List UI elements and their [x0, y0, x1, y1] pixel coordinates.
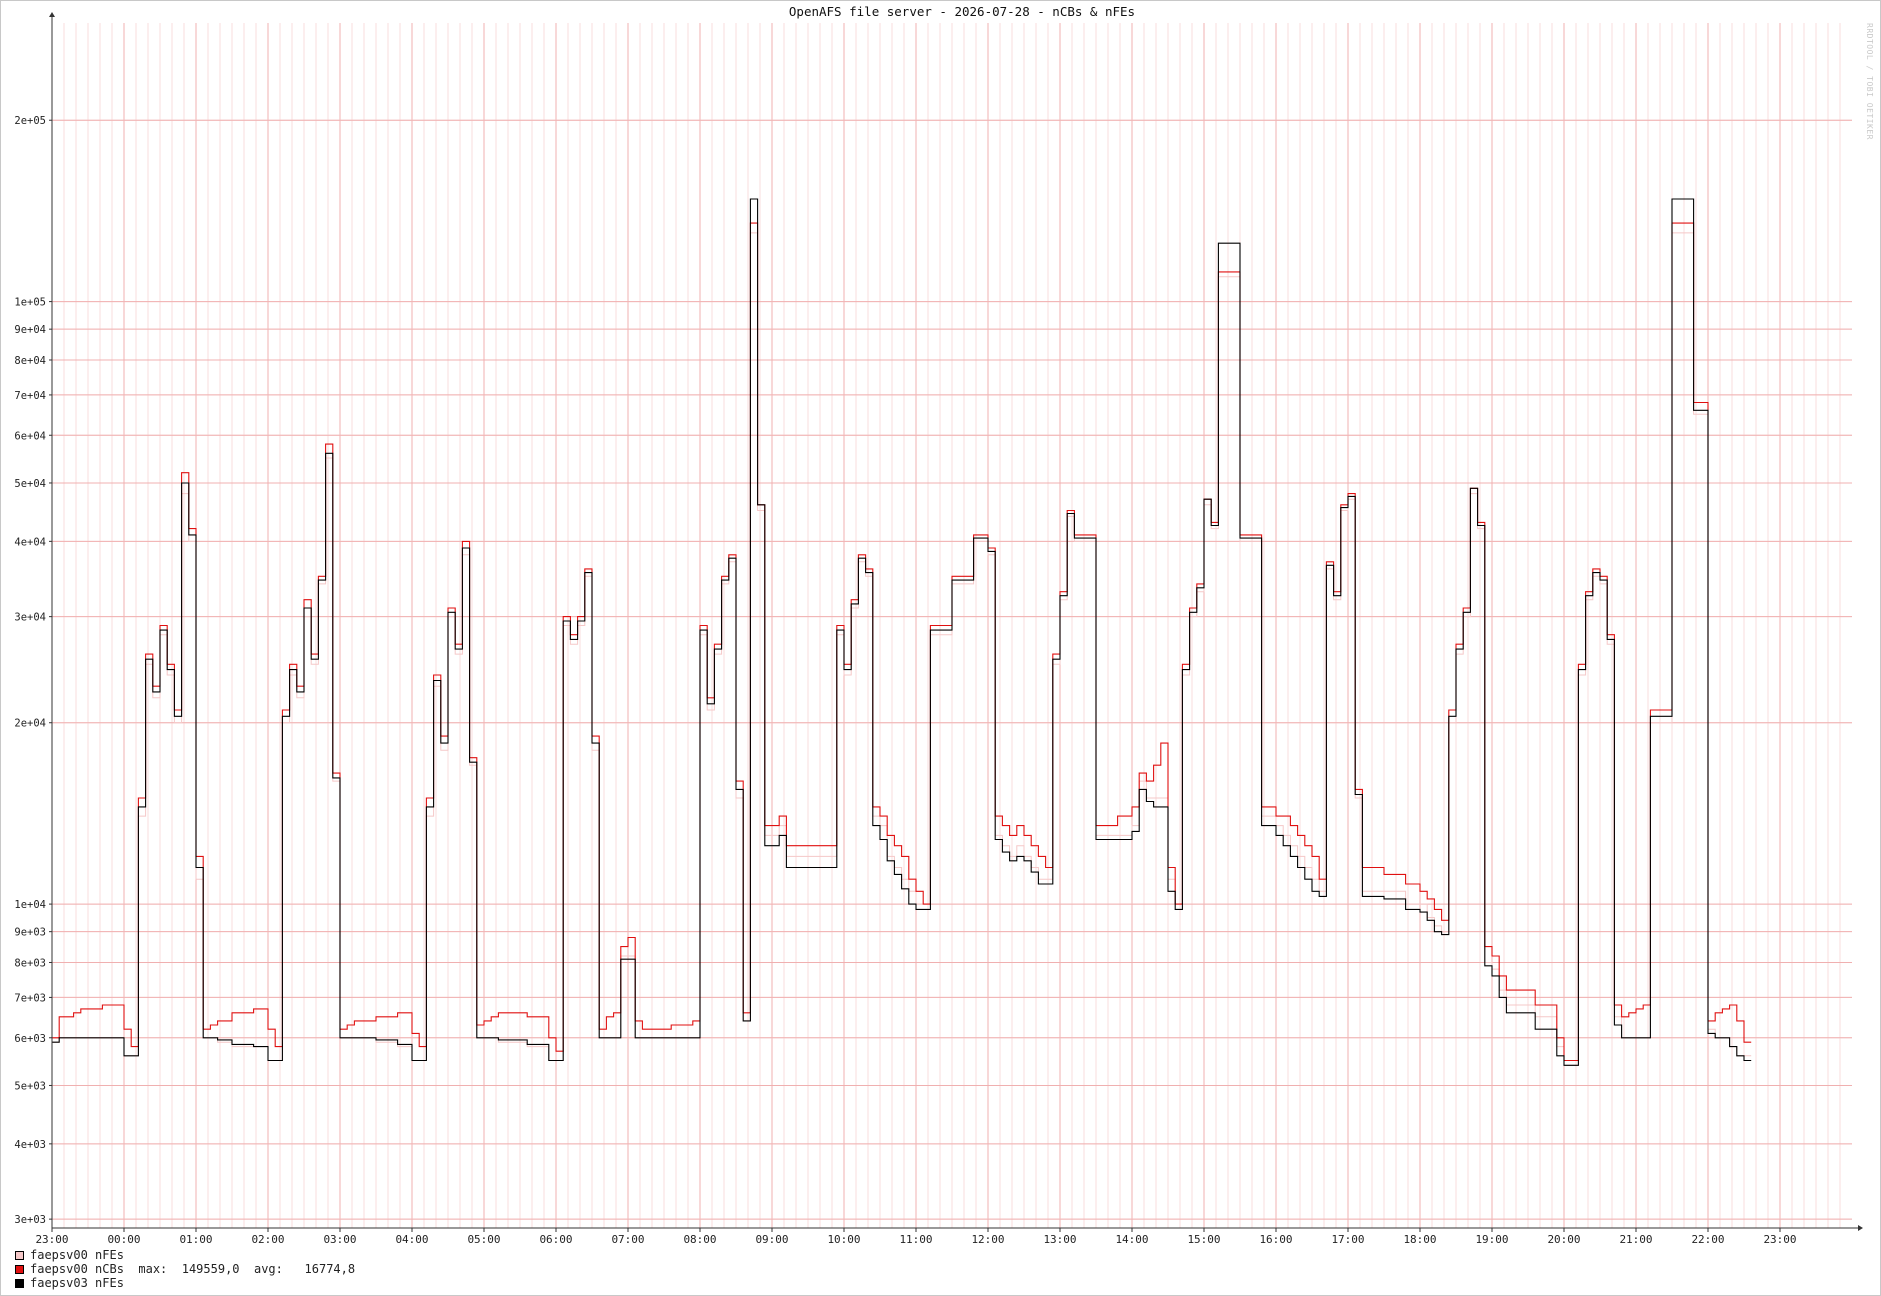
x-tick-label: 19:00 — [1475, 1233, 1508, 1246]
x-tick-label: 11:00 — [899, 1233, 932, 1246]
y-tick-label: 9e+03 — [14, 927, 46, 939]
y-tick-label: 1e+04 — [14, 899, 46, 911]
x-tick-label: 02:00 — [251, 1233, 284, 1246]
legend-entry: faepsv00 nCBs max: 149559,0 avg: 16774,8 — [15, 1262, 355, 1276]
x-tick-label: 04:00 — [395, 1233, 428, 1246]
legend: faepsv00 nFEs faepsv00 nCBs max: 149559,0… — [15, 1248, 355, 1290]
y-tick-label: 4e+04 — [14, 536, 46, 548]
x-tick-label: 15:00 — [1187, 1233, 1220, 1246]
y-tick-label: 7e+03 — [14, 992, 46, 1004]
y-tick-label: 6e+03 — [14, 1033, 46, 1045]
y-tick-label: 4e+03 — [14, 1139, 46, 1151]
x-tick-label: 22:00 — [1691, 1233, 1724, 1246]
legend-swatch — [15, 1278, 24, 1288]
x-tick-label: 13:00 — [1043, 1233, 1076, 1246]
y-tick-label: 1e+05 — [14, 297, 46, 309]
x-tick-label: 05:00 — [467, 1233, 500, 1246]
x-tick-label: 23:00 — [35, 1233, 68, 1246]
x-tick-label: 09:00 — [755, 1233, 788, 1246]
y-tick-label: 3e+03 — [14, 1214, 46, 1226]
y-tick-label: 5e+03 — [14, 1080, 46, 1092]
legend-entry: faepsv00 nFEs — [15, 1248, 355, 1262]
x-tick-label: 07:00 — [611, 1233, 644, 1246]
x-tick-label: 12:00 — [971, 1233, 1004, 1246]
chart-title: OpenAFS file server - 2026-07-28 - nCBs … — [789, 4, 1135, 19]
legend-label: faepsv00 nCBs — [30, 1262, 124, 1276]
x-tick-label: 14:00 — [1115, 1233, 1148, 1246]
y-tick-label: 2e+05 — [14, 115, 46, 127]
y-tick-label: 8e+03 — [14, 957, 46, 969]
legend-entry: faepsv03 nFEs — [15, 1276, 355, 1290]
watermark: RRDTOOL / TOBI OETIKER — [1865, 23, 1874, 140]
y-tick-label: 6e+04 — [14, 430, 46, 442]
x-tick-label: 16:00 — [1259, 1233, 1292, 1246]
x-tick-label: 18:00 — [1403, 1233, 1436, 1246]
y-axis-arrow — [49, 12, 55, 17]
chart-frame: 3e+03 4e+03 5e+03 6e+03 7e+03 8e+03 9e+03 1e+04… — [0, 0, 1881, 1296]
x-tick-label: 06:00 — [539, 1233, 572, 1246]
x-tick-label: 17:00 — [1331, 1233, 1364, 1246]
y-tick-label: 3e+04 — [14, 612, 46, 624]
chart-svg: 3e+03 4e+03 5e+03 6e+03 7e+03 8e+03 9e+03 1e+04… — [14, 4, 1863, 1246]
legend-label: faepsv00 nFEs — [30, 1248, 124, 1262]
x-tick-label: 21:00 — [1619, 1233, 1652, 1246]
legend-stats: max: 149559,0 avg: 16774,8 — [123, 1262, 356, 1276]
x-tick-label: 01:00 — [179, 1233, 212, 1246]
y-tick-label: 9e+04 — [14, 324, 46, 336]
legend-swatch — [15, 1250, 24, 1260]
legend-swatch — [15, 1264, 24, 1274]
y-tick-label: 5e+04 — [14, 478, 46, 490]
legend-label: faepsv03 nFEs — [30, 1276, 124, 1290]
y-tick-label: 2e+04 — [14, 718, 46, 730]
x-tick-label: 08:00 — [683, 1233, 716, 1246]
x-axis-arrow — [1858, 1225, 1863, 1231]
x-tick-label: 10:00 — [827, 1233, 860, 1246]
y-tick-label: 7e+04 — [14, 390, 46, 402]
x-tick-label: 23:00 — [1763, 1233, 1796, 1246]
x-tick-label: 00:00 — [107, 1233, 140, 1246]
y-tick-label: 8e+04 — [14, 355, 46, 367]
x-tick-label: 03:00 — [323, 1233, 356, 1246]
x-tick-label: 20:00 — [1547, 1233, 1580, 1246]
